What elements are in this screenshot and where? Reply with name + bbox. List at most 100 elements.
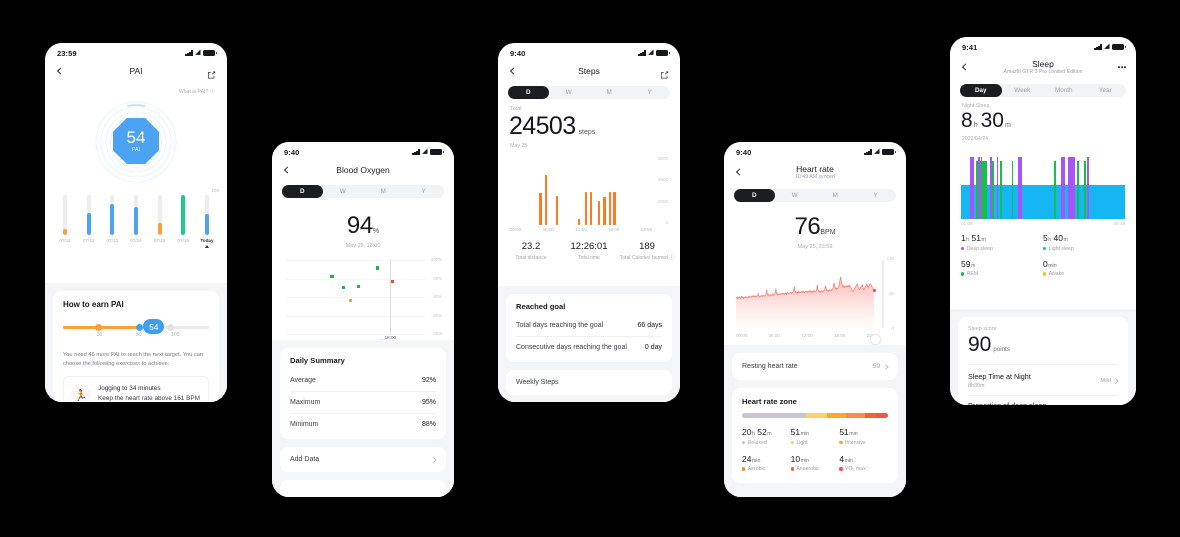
- x-tick-label: 00:00: [736, 333, 748, 338]
- tab-d[interactable]: D: [282, 185, 323, 198]
- weekly-steps-row[interactable]: Weekly Steps: [516, 379, 662, 386]
- pai-bar-column[interactable]: [152, 195, 168, 235]
- sleep-stage-bar[interactable]: [1076, 161, 1079, 219]
- tab-y[interactable]: Y: [630, 86, 671, 99]
- add-data-row[interactable]: Add Data: [290, 456, 436, 463]
- resting-heart-rate-card[interactable]: Resting heart rate 59: [732, 353, 898, 380]
- data-point[interactable]: [342, 286, 346, 290]
- zone-segment: [864, 413, 877, 418]
- tab-day[interactable]: Day: [960, 84, 1002, 97]
- data-point[interactable]: [330, 274, 334, 279]
- slider-handle-50[interactable]: [136, 324, 143, 331]
- data-point[interactable]: [348, 299, 353, 303]
- tab-d[interactable]: D: [734, 189, 775, 202]
- data-point[interactable]: [375, 266, 380, 270]
- tab-w[interactable]: W: [775, 189, 816, 202]
- deep-sleep-proportion-row[interactable]: Proportion of deep sleep: [968, 396, 1118, 406]
- steps-bar[interactable]: [598, 201, 601, 225]
- sleep-stage-bar[interactable]: [970, 157, 974, 219]
- reached-goal-rows: Total days reaching the goal 66 days Conse…: [516, 315, 662, 358]
- pai-bar-column[interactable]: [81, 195, 97, 235]
- pai-bar-chart[interactable]: 100: [57, 187, 219, 235]
- share-icon[interactable]: [207, 67, 216, 79]
- chevron-left-icon[interactable]: [282, 166, 291, 175]
- chevron-left-icon[interactable]: [960, 63, 969, 72]
- chevron-left-icon[interactable]: [734, 168, 743, 177]
- sleep-time-row[interactable]: Sleep Time at Night 8h30m Mild: [968, 365, 1118, 395]
- cursor-line: [390, 259, 392, 335]
- steps-bar[interactable]: [584, 192, 587, 225]
- tab-w[interactable]: W: [323, 185, 364, 198]
- steps-bar[interactable]: [589, 192, 593, 225]
- sleep-stage-bar[interactable]: [1000, 161, 1002, 219]
- x-tick-label: 06:00: [768, 333, 780, 338]
- tab-m[interactable]: M: [815, 189, 856, 202]
- chart-scrub-handle[interactable]: [870, 334, 881, 345]
- sleep-stage-bar[interactable]: [985, 161, 988, 219]
- weekly-steps-card[interactable]: Weekly Steps: [506, 370, 672, 395]
- sleep-stage-bar[interactable]: [1054, 161, 1057, 219]
- sleep-stage-bar[interactable]: [992, 161, 995, 219]
- sleep-stage-chart[interactable]: [961, 149, 1125, 219]
- period-tabs[interactable]: Day Week Month Year: [960, 84, 1126, 97]
- y-tick-label: 6000: [658, 156, 668, 161]
- sleep-stage-bar[interactable]: [996, 157, 999, 219]
- slider-handle-100[interactable]: [166, 324, 174, 331]
- heart-rate-screen: 9:40 ◢ Heart rate 10:49 AM synced DWMY 7…: [724, 142, 906, 497]
- tab-year[interactable]: Year: [1085, 84, 1127, 97]
- pai-target-slider[interactable]: 54 30 50 100: [63, 319, 209, 342]
- tab-m[interactable]: M: [589, 86, 630, 99]
- sleep-stage-bar[interactable]: [1083, 161, 1086, 219]
- tab-d[interactable]: D: [508, 86, 549, 99]
- resting-heart-rate-row[interactable]: Resting heart rate 59: [742, 363, 888, 370]
- data-point[interactable]: [356, 284, 360, 289]
- pai-bar-column[interactable]: [175, 195, 191, 235]
- chevron-left-icon[interactable]: [508, 67, 517, 76]
- what-is-pai-link[interactable]: What is PAI? ⓘ: [45, 82, 227, 95]
- slider-handle-30[interactable]: [95, 324, 103, 331]
- spo2-scatter-chart[interactable]: 100% 95% 90% 85% 80% 18:00: [286, 257, 442, 340]
- steps-bar[interactable]: [603, 196, 606, 225]
- sleep-stage-bar[interactable]: [1018, 157, 1022, 219]
- sleep-stage-bar[interactable]: [1011, 161, 1014, 219]
- sleep-stage-bar[interactable]: [1087, 157, 1090, 219]
- steps-bar[interactable]: [544, 174, 547, 225]
- sleep-hours: 8: [961, 109, 973, 132]
- sleep-stage-bar[interactable]: [1067, 157, 1075, 219]
- steps-bar-chart[interactable]: 6000 4000 2000 0: [510, 156, 668, 225]
- tab-y[interactable]: Y: [404, 185, 445, 198]
- sleep-time-text: Sleep Time at Night 8h30m: [968, 372, 1031, 389]
- chevron-left-icon[interactable]: [55, 67, 64, 76]
- how-to-earn-title: How to earn PAI: [63, 300, 124, 309]
- tab-month[interactable]: Month: [1043, 84, 1085, 97]
- tab-y[interactable]: Y: [856, 189, 897, 202]
- signal-icon: [412, 149, 420, 155]
- steps-bar[interactable]: [613, 192, 616, 225]
- period-tabs[interactable]: DWMY: [734, 189, 896, 202]
- heart-rate-area-chart[interactable]: 130 85 0: [736, 256, 894, 332]
- add-data-card[interactable]: Add Data: [280, 447, 446, 472]
- pai-bar-column[interactable]: [57, 195, 73, 235]
- steps-bar[interactable]: [555, 196, 558, 225]
- tab-w[interactable]: W: [549, 86, 590, 99]
- pai-bar-column[interactable]: [128, 195, 144, 235]
- more-dots-icon[interactable]: [1118, 66, 1126, 68]
- pai-bar-column[interactable]: [104, 195, 120, 235]
- chart-scrollbar[interactable]: [882, 260, 884, 328]
- pai-bar-label: 07/16: [177, 238, 190, 243]
- period-tabs[interactable]: DWMY: [282, 185, 444, 198]
- steps-bar[interactable]: [578, 218, 581, 225]
- steps-bar[interactable]: [608, 192, 611, 225]
- steps-bar[interactable]: [539, 193, 542, 225]
- pai-bar-label: 07/13: [106, 238, 119, 243]
- status-bar: 9:40 ◢: [272, 142, 454, 159]
- sleep-score-label: Sleep score: [968, 326, 997, 332]
- pai-bar-column[interactable]: [199, 195, 215, 235]
- stat-value: 23.2: [521, 241, 541, 252]
- sleep-stage-bar[interactable]: [1060, 157, 1065, 219]
- tab-week[interactable]: Week: [1002, 84, 1044, 97]
- period-tabs[interactable]: DWMY: [508, 86, 670, 99]
- exercise-suggestion-card[interactable]: 🏃 Jogging to 34 minutes Keep the heart r…: [63, 376, 209, 402]
- share-icon[interactable]: [660, 67, 669, 79]
- tab-m[interactable]: M: [363, 185, 404, 198]
